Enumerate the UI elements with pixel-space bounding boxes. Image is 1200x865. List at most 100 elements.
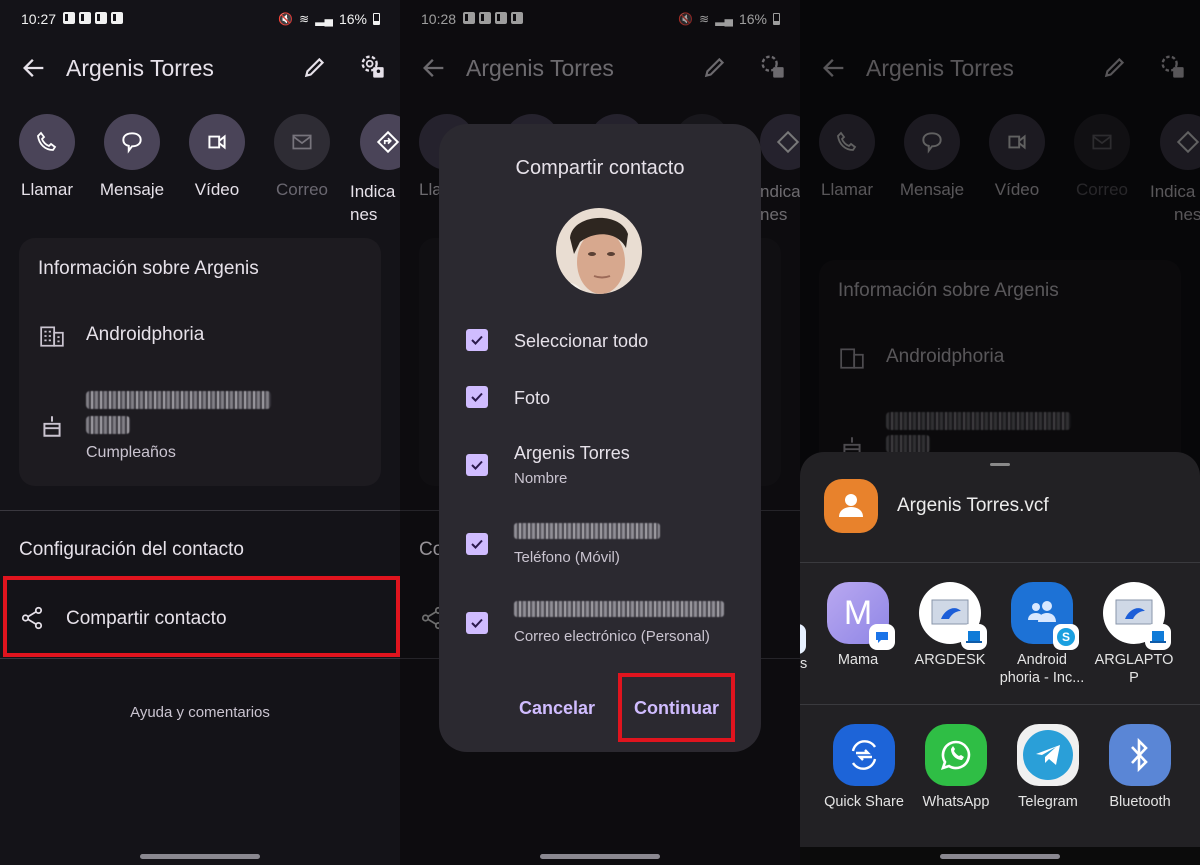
share-contact-dialog-screen: 10:28 🔇 ≋ ▂▄ 16% Argenis Torres Lla ndic…	[400, 0, 800, 865]
checkbox-label: Argenis Torres	[514, 443, 630, 463]
partial-contact-icon[interactable]	[800, 624, 806, 654]
gesture-nav-pill[interactable]	[140, 854, 260, 859]
whatsapp-glyph	[940, 740, 971, 771]
check-icon	[471, 618, 483, 628]
notification-icons	[63, 12, 123, 24]
action-label: Mensaje	[99, 180, 165, 199]
contact-m-icon: M	[827, 582, 895, 650]
company-name: Androidphoria	[86, 324, 205, 345]
info-card: Información sobre Argenis Androidphoria …	[19, 238, 381, 486]
info-card-title: Información sobre Argenis	[38, 258, 259, 279]
back-arrow-icon[interactable]	[20, 54, 48, 82]
chat-bubble-icon	[876, 632, 888, 643]
message-icon	[122, 132, 142, 154]
share-app-bluetooth[interactable]: Bluetooth	[1094, 724, 1186, 811]
windows-desktop-icon	[931, 599, 969, 625]
share-target-arglaptop[interactable]: ARGLAPTO P	[1088, 582, 1180, 687]
phone-link-icon	[966, 631, 982, 643]
video-icon	[208, 134, 226, 150]
share-sheet-screen: Argenis Torres Llamar Mensaje Vídeo Corr…	[800, 0, 1200, 865]
birthday-label: Cumpleaños	[86, 444, 176, 461]
edit-pencil-icon[interactable]	[302, 54, 328, 80]
status-right: 🔇 ≋ ▂▄ 16%	[278, 11, 380, 27]
check-icon	[471, 460, 483, 470]
contact-detail-screen: 10:27 🔇 ≋ ▂▄ 16% Argenis Torres Llamar M…	[0, 0, 400, 865]
action-call[interactable]: Llamar	[7, 114, 87, 200]
share-contact-dialog: Compartir contacto Seleccionar todo Foto…	[439, 124, 761, 752]
phone-redacted	[514, 523, 660, 539]
checkbox-email[interactable]	[466, 612, 488, 634]
checkbox-sublabel: Nombre	[514, 470, 568, 487]
mail-icon	[292, 134, 312, 150]
checkbox-sublabel: Teléfono (Móvil)	[514, 549, 620, 566]
share-app-telegram[interactable]: Telegram	[1002, 724, 1094, 811]
phone-link-badge-icon	[961, 624, 987, 650]
action-directions[interactable]: Indica nes	[348, 114, 400, 226]
shared-file-name: Argenis Torres.vcf	[897, 495, 1049, 516]
cancel-button[interactable]: Cancelar	[519, 698, 595, 719]
signal-icon: ▂▄	[315, 12, 333, 26]
share-target-label: Mama	[837, 652, 879, 668]
action-label: Llamar	[21, 180, 73, 199]
status-time: 10:27	[21, 11, 57, 27]
action-label: Correo	[276, 180, 328, 199]
divider	[800, 704, 1200, 705]
action-message[interactable]: Mensaje	[92, 114, 172, 200]
section-title: Configuración del contacto	[19, 539, 244, 560]
share-app-quick-share[interactable]: Quick Share	[818, 724, 910, 811]
avatar-letter: M	[843, 593, 873, 632]
share-app-label: WhatsApp	[922, 794, 990, 810]
partial-contact-label: s	[800, 656, 808, 672]
check-icon	[471, 539, 483, 549]
contact-name-title: Argenis Torres	[66, 55, 214, 81]
quick-share-glyph	[851, 740, 877, 770]
contact-photo-image	[556, 208, 642, 294]
share-target-label: ARGDESK	[914, 652, 986, 668]
battery-icon	[373, 13, 380, 25]
phone-link-icon	[1150, 631, 1166, 643]
divider	[0, 658, 400, 659]
contact-settings-icon[interactable]	[358, 52, 386, 80]
checkbox-phone[interactable]	[466, 533, 488, 555]
status-bar: 10:27 🔇 ≋ ▂▄ 16%	[0, 0, 400, 40]
people-icon	[1028, 601, 1056, 622]
action-video[interactable]: Vídeo	[177, 114, 257, 200]
checkbox-label: Seleccionar todo	[514, 331, 649, 351]
birthday-redacted	[86, 391, 271, 409]
check-icon	[471, 392, 483, 402]
dialog-title: Compartir contacto	[515, 157, 685, 179]
divider	[0, 510, 400, 511]
whatsapp-icon	[925, 724, 987, 786]
birthday-redacted-year	[86, 416, 130, 434]
quick-actions: Llamar Mensaje Vídeo Correo Indicanes	[0, 114, 400, 224]
checkbox-name[interactable]	[466, 454, 488, 476]
share-app-whatsapp[interactable]: WhatsApp	[910, 724, 1002, 811]
action-label: Indicanes	[350, 182, 396, 224]
sheet-drag-handle[interactable]	[990, 463, 1010, 466]
messages-badge-icon	[869, 624, 895, 650]
windows-desktop-icon	[1115, 599, 1153, 625]
checkbox-photo[interactable]	[466, 386, 488, 408]
group-icon: S	[1011, 582, 1079, 650]
telegram-circle	[1023, 730, 1073, 780]
email-redacted	[514, 601, 724, 617]
checkbox-select-all[interactable]	[466, 329, 488, 351]
gesture-nav-pill[interactable]	[940, 854, 1060, 859]
app-bar: Argenis Torres	[0, 44, 400, 92]
quick-share-icon	[833, 724, 895, 786]
divider	[800, 562, 1200, 563]
share-target-mama[interactable]: M Mama	[812, 582, 904, 669]
gesture-nav-pill[interactable]	[540, 854, 660, 859]
share-app-label: Quick Share	[824, 794, 904, 810]
action-label: Vídeo	[194, 180, 240, 199]
share-target-argdesk[interactable]: ARGDESK	[904, 582, 996, 669]
share-sheet: Argenis Torres.vcf s M Mama ARGDESK S An…	[800, 452, 1200, 847]
highlight-box	[618, 673, 735, 742]
share-target-androidphoria[interactable]: S Android phoria - Inc...	[996, 582, 1088, 687]
help-feedback-link[interactable]: Ayuda y comentarios	[0, 704, 400, 721]
pc-icon	[919, 582, 987, 650]
highlight-box	[3, 576, 400, 657]
phone-icon	[37, 131, 57, 151]
telegram-icon	[1017, 724, 1079, 786]
pc-icon	[1103, 582, 1171, 650]
